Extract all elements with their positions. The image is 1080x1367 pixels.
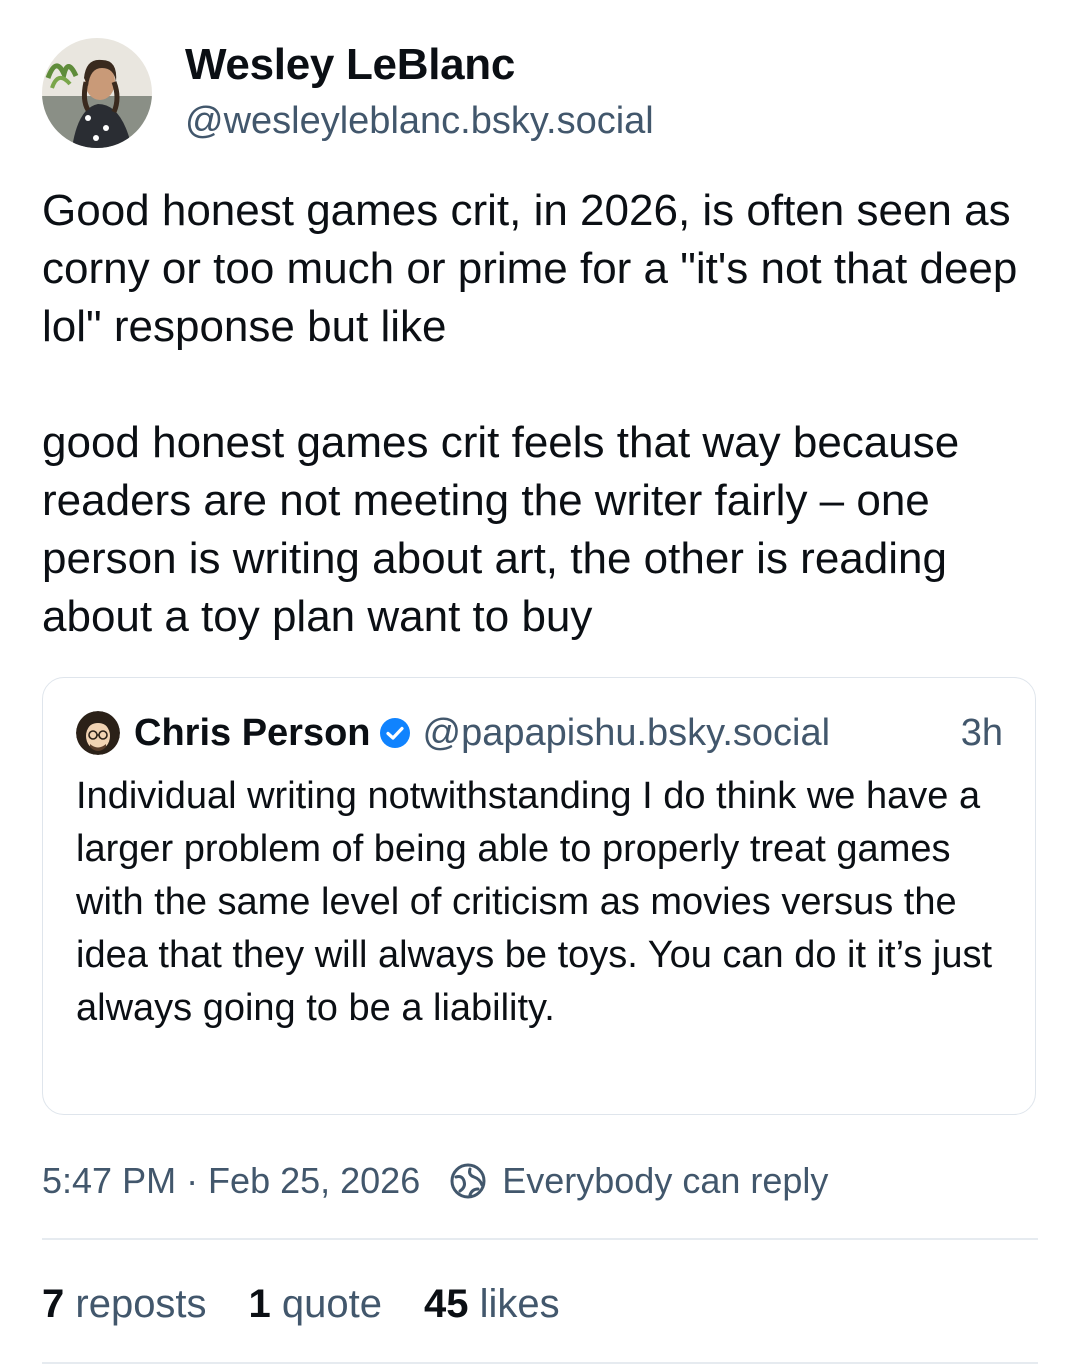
post-timestamp: 5:47 PM · Feb 25, 2026	[42, 1160, 421, 1201]
quoted-post-timestamp[interactable]: 3h	[961, 712, 1003, 755]
reposts-stat[interactable]: 7 reposts	[42, 1278, 207, 1330]
quoted-author-handle[interactable]: @papapishu.bsky.social	[423, 712, 831, 755]
author-handle[interactable]: @wesleyleblanc.bsky.social	[185, 95, 654, 147]
divider	[42, 1362, 1038, 1364]
likes-label: likes	[479, 1282, 560, 1326]
divider	[42, 1238, 1038, 1240]
quotes-stat[interactable]: 1 quote	[249, 1278, 382, 1330]
quoted-author-display-name[interactable]: Chris Person	[134, 712, 371, 755]
post-body-text: Good honest games crit, in 2026, is ofte…	[42, 186, 1018, 641]
quoted-author-avatar[interactable]	[76, 711, 120, 755]
quotes-count: 1	[248, 1282, 271, 1326]
likes-stat[interactable]: 45 likes	[424, 1278, 560, 1330]
author-display-name[interactable]: Wesley LeBlanc	[185, 39, 654, 91]
quoted-post-text: Individual writing notwithstanding I do …	[76, 775, 993, 1029]
post-header: Wesley LeBlanc @wesleyleblanc.bsky.socia…	[42, 38, 654, 148]
reply-setting-label[interactable]: Everybody can reply	[502, 1160, 828, 1202]
post-meta: 5:47 PM · Feb 25, 2026 Everybody can rep…	[42, 1160, 828, 1202]
quoted-post-header: Chris Person @papapishu.bsky.social 3h	[76, 708, 1003, 758]
engagement-stats: 7 reposts 1 quote 45 likes	[42, 1278, 602, 1330]
author-identity: Wesley LeBlanc @wesleyleblanc.bsky.socia…	[185, 39, 654, 147]
reposts-count: 7	[42, 1282, 65, 1326]
likes-count: 45	[424, 1282, 469, 1326]
verified-check-icon	[379, 718, 410, 748]
post-thread-item: Wesley LeBlanc @wesleyleblanc.bsky.socia…	[0, 0, 1080, 1367]
author-avatar[interactable]	[42, 38, 152, 148]
reposts-label: reposts	[75, 1282, 207, 1326]
quotes-label: quote	[281, 1282, 383, 1326]
globe-icon	[450, 1163, 486, 1199]
quoted-post-card[interactable]: Chris Person @papapishu.bsky.social 3h I…	[42, 677, 1036, 1115]
